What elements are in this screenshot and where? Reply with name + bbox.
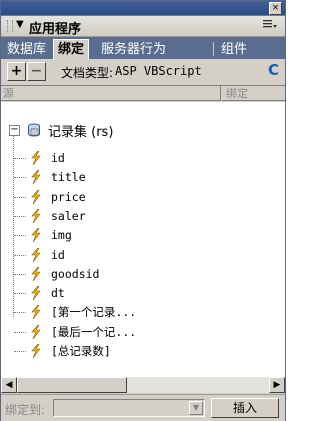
close-button[interactable]: × xyxy=(269,2,282,15)
field-item[interactable]: dt xyxy=(51,284,65,302)
bindings-tree: − 记录集 (rs) id title price saler img id goodsid… xyxy=(1,102,285,377)
field-item[interactable]: id xyxy=(51,246,65,264)
field-bolt-icon xyxy=(30,208,42,224)
field-item[interactable]: [第一个记录... xyxy=(51,303,136,321)
field-item[interactable]: goodsid xyxy=(51,265,99,283)
panel-group-header[interactable]: ▼ 应用程序 xyxy=(1,16,285,37)
scroll-right-button[interactable]: ▶ xyxy=(269,377,285,393)
bindings-toolbar: + − 文档类型: ASP VBScript C xyxy=(1,60,285,84)
bind-to-label: 绑定到: xyxy=(5,403,46,417)
field-bolt-icon xyxy=(30,150,42,166)
column-source[interactable]: 源 xyxy=(1,86,221,101)
add-binding-button[interactable]: + xyxy=(7,62,26,81)
column-header: 源 绑定 xyxy=(1,85,285,102)
field-bolt-icon xyxy=(30,304,42,320)
tree-connector-line xyxy=(14,177,26,178)
collapse-arrow-icon[interactable]: ▼ xyxy=(16,19,24,30)
bottom-bar: 绑定到: ▼ 插入 xyxy=(1,394,285,421)
tree-connector-line xyxy=(14,197,26,198)
column-binding[interactable]: 绑定 xyxy=(222,86,285,101)
tab-databases[interactable]: 数据库 xyxy=(3,40,50,59)
bindings-panel: × ▼ 应用程序 数据库 绑定 服务器行为 组件 + − 文档类型: ASP V… xyxy=(0,0,286,421)
field-item[interactable]: price xyxy=(51,188,86,206)
tab-bindings[interactable]: 绑定 xyxy=(53,39,90,60)
tree-connector-line xyxy=(13,135,14,317)
tree-collapse-icon[interactable]: − xyxy=(9,125,20,136)
field-item[interactable]: [最后一个记... xyxy=(51,323,136,341)
recordset-icon xyxy=(28,123,40,137)
field-item[interactable]: img xyxy=(51,226,72,244)
tree-connector-line xyxy=(14,293,26,294)
insert-button[interactable]: 插入 xyxy=(211,398,279,418)
scroll-thumb[interactable] xyxy=(17,377,127,393)
recordset-node[interactable]: 记录集 (rs) xyxy=(48,121,113,140)
tree-connector-line xyxy=(14,235,26,236)
field-item[interactable]: id xyxy=(51,149,65,167)
field-item[interactable]: title xyxy=(51,168,86,186)
field-bolt-icon xyxy=(30,343,42,359)
horizontal-scrollbar[interactable]: ◀ ▶ xyxy=(1,377,285,393)
field-item[interactable]: saler xyxy=(51,207,86,225)
remove-binding-button[interactable]: − xyxy=(27,62,46,81)
tree-connector-line xyxy=(14,332,26,333)
field-bolt-icon xyxy=(30,247,42,263)
field-bolt-icon xyxy=(30,227,42,243)
drag-grip-icon[interactable] xyxy=(7,20,13,32)
field-bolt-icon xyxy=(30,189,42,205)
field-bolt-icon xyxy=(30,266,42,282)
bind-to-select[interactable]: ▼ xyxy=(53,399,205,417)
field-bolt-icon xyxy=(30,285,42,301)
refresh-icon[interactable]: C xyxy=(268,61,279,79)
doc-type-value: ASP VBScript xyxy=(115,64,202,78)
tab-components[interactable]: 组件 xyxy=(217,40,251,59)
field-item[interactable]: [总记录数] xyxy=(51,342,111,360)
tree-connector-line xyxy=(14,274,26,275)
doc-type-label: 文档类型: xyxy=(61,66,114,80)
panel-title[interactable]: 应用程序 xyxy=(29,18,81,37)
tree-connector-line xyxy=(14,351,26,352)
tab-server-behaviors[interactable]: 服务器行为 xyxy=(97,40,170,59)
field-bolt-icon xyxy=(30,169,42,185)
field-bolt-icon xyxy=(30,324,42,340)
tree-connector-line xyxy=(14,158,26,159)
window-titlebar[interactable]: × xyxy=(1,1,285,16)
tab-separator xyxy=(213,42,214,56)
tree-connector-line xyxy=(14,312,26,313)
panel-tabs: 数据库 绑定 服务器行为 组件 xyxy=(1,37,285,60)
menu-options-icon[interactable] xyxy=(263,19,277,32)
tree-connector-line xyxy=(14,255,26,256)
scroll-left-button[interactable]: ◀ xyxy=(1,377,17,393)
chevron-down-icon[interactable]: ▼ xyxy=(189,401,203,415)
tree-connector-line xyxy=(14,216,26,217)
